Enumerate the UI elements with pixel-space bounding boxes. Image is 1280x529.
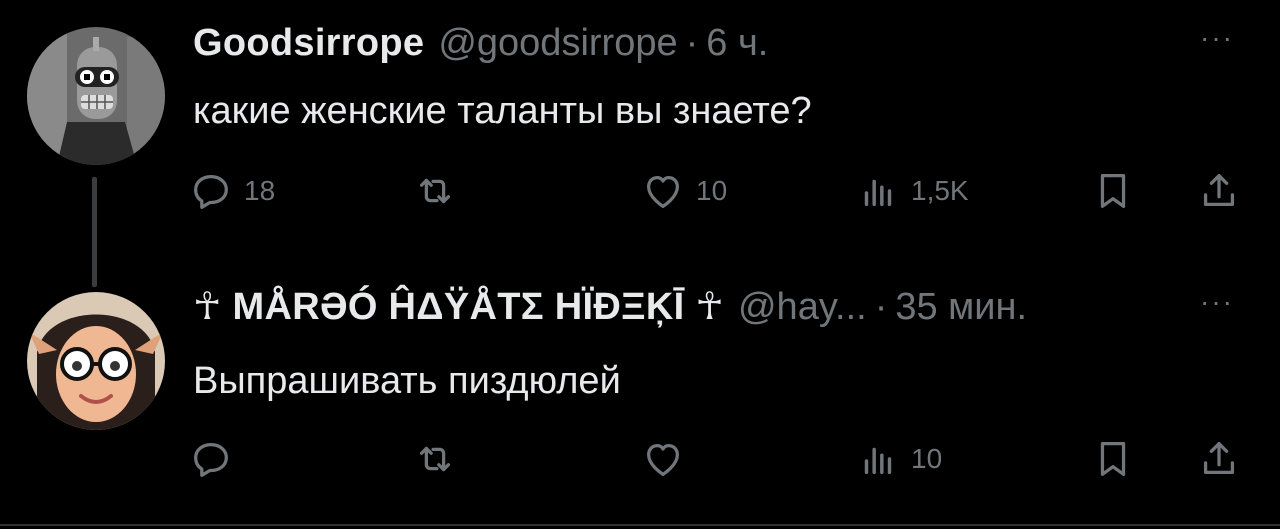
reply-icon <box>194 174 228 209</box>
bookmark-icon <box>1100 442 1126 476</box>
divider <box>0 524 1280 526</box>
author-name[interactable]: Goodsirrope <box>193 22 424 65</box>
tweet-text: Выпрашивать пиздюлей <box>193 360 621 402</box>
bookmark-icon <box>1100 174 1126 208</box>
share-icon <box>1203 442 1235 475</box>
views-icon <box>864 447 892 475</box>
retweet-button[interactable] <box>412 434 468 484</box>
reply-icon <box>194 442 228 477</box>
action-bar: 18 10 1,5K <box>0 166 1280 216</box>
views-button[interactable]: 10 <box>855 434 942 484</box>
views-icon <box>864 179 892 207</box>
reply-button[interactable] <box>188 434 244 484</box>
more-icon[interactable]: ··· <box>1200 286 1234 318</box>
timestamp[interactable]: 6 ч. <box>706 22 768 65</box>
tweet-header: ☥ MÅRƏÓ ĤΔŸÅTΣ HÏÐΞĶĪ ☥ @hay... · 35 мин… <box>193 284 1027 332</box>
author-name[interactable]: ☥ MÅRƏÓ ĤΔŸÅTΣ HÏÐΞĶĪ ☥ <box>193 284 724 329</box>
share-button[interactable] <box>1196 434 1242 484</box>
action-bar: 10 <box>0 434 1280 484</box>
tweet-text: какие женские таланты вы знаете? <box>193 90 812 132</box>
avatar[interactable] <box>27 292 165 430</box>
timestamp[interactable]: 35 мин. <box>895 286 1027 329</box>
author-handle[interactable]: @hay... <box>738 286 867 329</box>
views-button[interactable]: 1,5K <box>855 166 969 216</box>
views-count: 10 <box>911 443 943 474</box>
retweet-icon <box>419 446 451 472</box>
reply-count: 18 <box>244 175 276 206</box>
tweet-header: Goodsirrope @goodsirrope · 6 ч. <box>193 22 768 70</box>
like-icon <box>646 175 680 208</box>
like-icon <box>646 443 680 476</box>
tweet[interactable]: ☥ MÅRƏÓ ĤΔŸÅTΣ HÏÐΞĶĪ ☥ @hay... · 35 мин… <box>0 262 1280 524</box>
tweet[interactable]: Goodsirrope @goodsirrope · 6 ч. ··· каки… <box>0 0 1280 287</box>
bookmark-button[interactable] <box>1090 166 1136 216</box>
reply-button[interactable]: 18 <box>188 166 275 216</box>
retweet-icon <box>419 178 451 204</box>
share-button[interactable] <box>1196 166 1242 216</box>
like-button[interactable]: 10 <box>640 166 727 216</box>
share-icon <box>1203 174 1235 207</box>
separator: · <box>685 22 699 64</box>
like-count: 10 <box>696 175 728 206</box>
more-icon[interactable]: ··· <box>1200 22 1234 54</box>
separator: · <box>874 286 888 328</box>
bookmark-button[interactable] <box>1090 434 1136 484</box>
retweet-button[interactable] <box>412 166 468 216</box>
like-button[interactable] <box>640 434 696 484</box>
author-handle[interactable]: @goodsirrope <box>438 22 677 65</box>
avatar[interactable] <box>27 27 165 165</box>
views-count: 1,5K <box>911 175 969 206</box>
